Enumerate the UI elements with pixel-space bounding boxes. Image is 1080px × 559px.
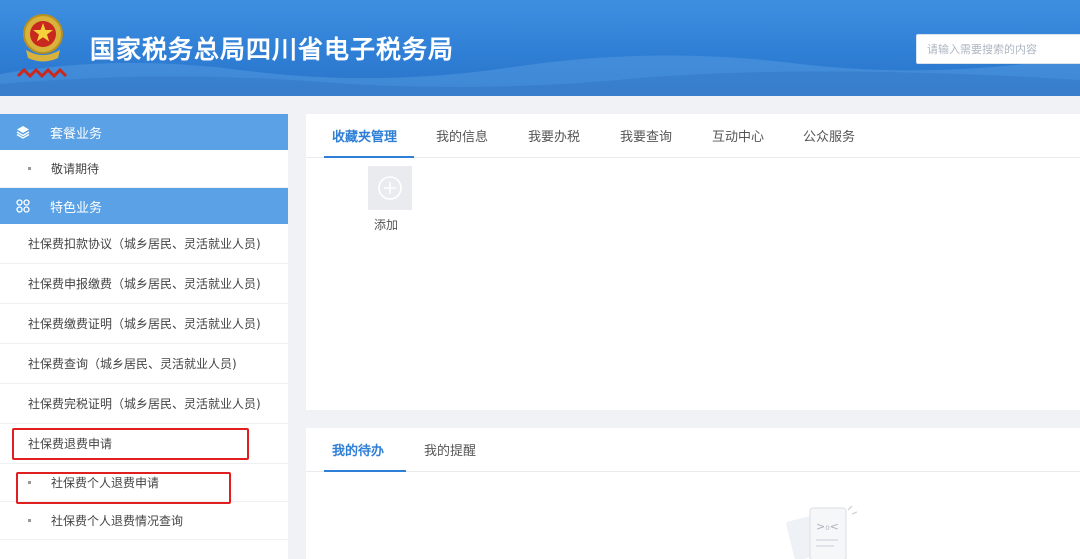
active-tab-indicator bbox=[324, 156, 414, 158]
sidebar-item-label: 社保费申报缴费（城乡居民、灵活就业人员) bbox=[28, 277, 261, 291]
site-title: 国家税务总局四川省电子税务局 bbox=[90, 35, 455, 64]
main-tabs: 收藏夹管理 我的信息 我要办税 我要查询 互动中心 公众服务 bbox=[306, 114, 1080, 158]
sidebar-group-featured[interactable]: 特色业务 bbox=[0, 188, 288, 224]
sidebar-item-tax-certificate[interactable]: 社保费完税证明（城乡居民、灵活就业人员) bbox=[0, 384, 288, 424]
sidebar: 套餐业务 敬请期待 特色业务 社保费扣款协议（城乡居民、灵活就业人员) 社保费申… bbox=[0, 114, 288, 559]
sidebar-item-label: 社保费退费申请 bbox=[28, 437, 113, 451]
search-box[interactable] bbox=[916, 34, 1080, 64]
sidebar-item-query[interactable]: 社保费查询（城乡居民、灵活就业人员) bbox=[0, 344, 288, 384]
tab-my-reminders[interactable]: 我的提醒 bbox=[424, 440, 476, 459]
bullet-icon bbox=[28, 519, 31, 522]
add-label: 添加 bbox=[374, 218, 399, 232]
favorites-panel: 收藏夹管理 我的信息 我要办税 我要查询 互动中心 公众服务 添加 bbox=[306, 114, 1080, 410]
plus-circle-icon bbox=[378, 176, 402, 200]
sidebar-item-payment-certificate[interactable]: 社保费缴费证明（城乡居民、灵活就业人员) bbox=[0, 304, 288, 344]
sidebar-item-coming-soon[interactable]: 敬请期待 bbox=[0, 150, 288, 188]
empty-document-icon: >₀< bbox=[786, 505, 858, 559]
sidebar-item-personal-refund-application[interactable]: 社保费个人退费申请 bbox=[0, 464, 288, 502]
sidebar-group-label: 套餐业务 bbox=[50, 126, 103, 142]
sidebar-group-package[interactable]: 套餐业务 bbox=[0, 114, 288, 150]
sidebar-item-label: 社保费缴费证明（城乡居民、灵活就业人员) bbox=[28, 317, 261, 331]
grid-icon bbox=[14, 197, 32, 215]
active-tab-indicator bbox=[324, 470, 406, 472]
sidebar-item-label: 社保费个人退费申请 bbox=[51, 476, 160, 490]
tab-my-info[interactable]: 我的信息 bbox=[436, 126, 488, 145]
sidebar-item-label: 社保费个人退费情况查询 bbox=[51, 514, 184, 528]
sidebar-item-label: 社保费查询（城乡居民、灵活就业人员) bbox=[28, 357, 237, 371]
todo-tabs: 我的待办 我的提醒 bbox=[306, 428, 1080, 472]
sidebar-item-label: 敬请期待 bbox=[51, 162, 100, 176]
sidebar-item-label: 社保费完税证明（城乡居民、灵活就业人员) bbox=[28, 397, 261, 411]
add-favorite-button[interactable] bbox=[368, 166, 412, 210]
tab-public-service[interactable]: 公众服务 bbox=[803, 126, 855, 145]
layers-icon bbox=[14, 123, 32, 141]
sidebar-item-refund-application[interactable]: 社保费退费申请 bbox=[0, 424, 288, 464]
sidebar-item-label: 社保费扣款协议（城乡居民、灵活就业人员) bbox=[28, 237, 261, 251]
tab-my-todos[interactable]: 我的待办 bbox=[332, 440, 384, 459]
sidebar-item-declaration-payment[interactable]: 社保费申报缴费（城乡居民、灵活就业人员) bbox=[0, 264, 288, 304]
sidebar-item-personal-refund-query[interactable]: 社保费个人退费情况查询 bbox=[0, 502, 288, 540]
tab-inquiry[interactable]: 我要查询 bbox=[620, 126, 672, 145]
svg-text:>₀<: >₀< bbox=[816, 520, 839, 533]
site-header: 国家税务总局四川省电子税务局 bbox=[0, 0, 1080, 96]
sidebar-item-deduction-agreement[interactable]: 社保费扣款协议（城乡居民、灵活就业人员) bbox=[0, 224, 288, 264]
tab-tax-handling[interactable]: 我要办税 bbox=[528, 126, 580, 145]
tab-interaction-center[interactable]: 互动中心 bbox=[712, 126, 764, 145]
bullet-icon bbox=[28, 481, 31, 484]
tab-favorites[interactable]: 收藏夹管理 bbox=[332, 126, 397, 145]
todo-panel: 我的待办 我的提醒 >₀< bbox=[306, 428, 1080, 559]
national-tax-emblem-icon bbox=[16, 14, 68, 79]
bullet-icon bbox=[28, 167, 31, 170]
search-input[interactable] bbox=[917, 35, 1080, 63]
sidebar-group-label: 特色业务 bbox=[50, 200, 103, 216]
